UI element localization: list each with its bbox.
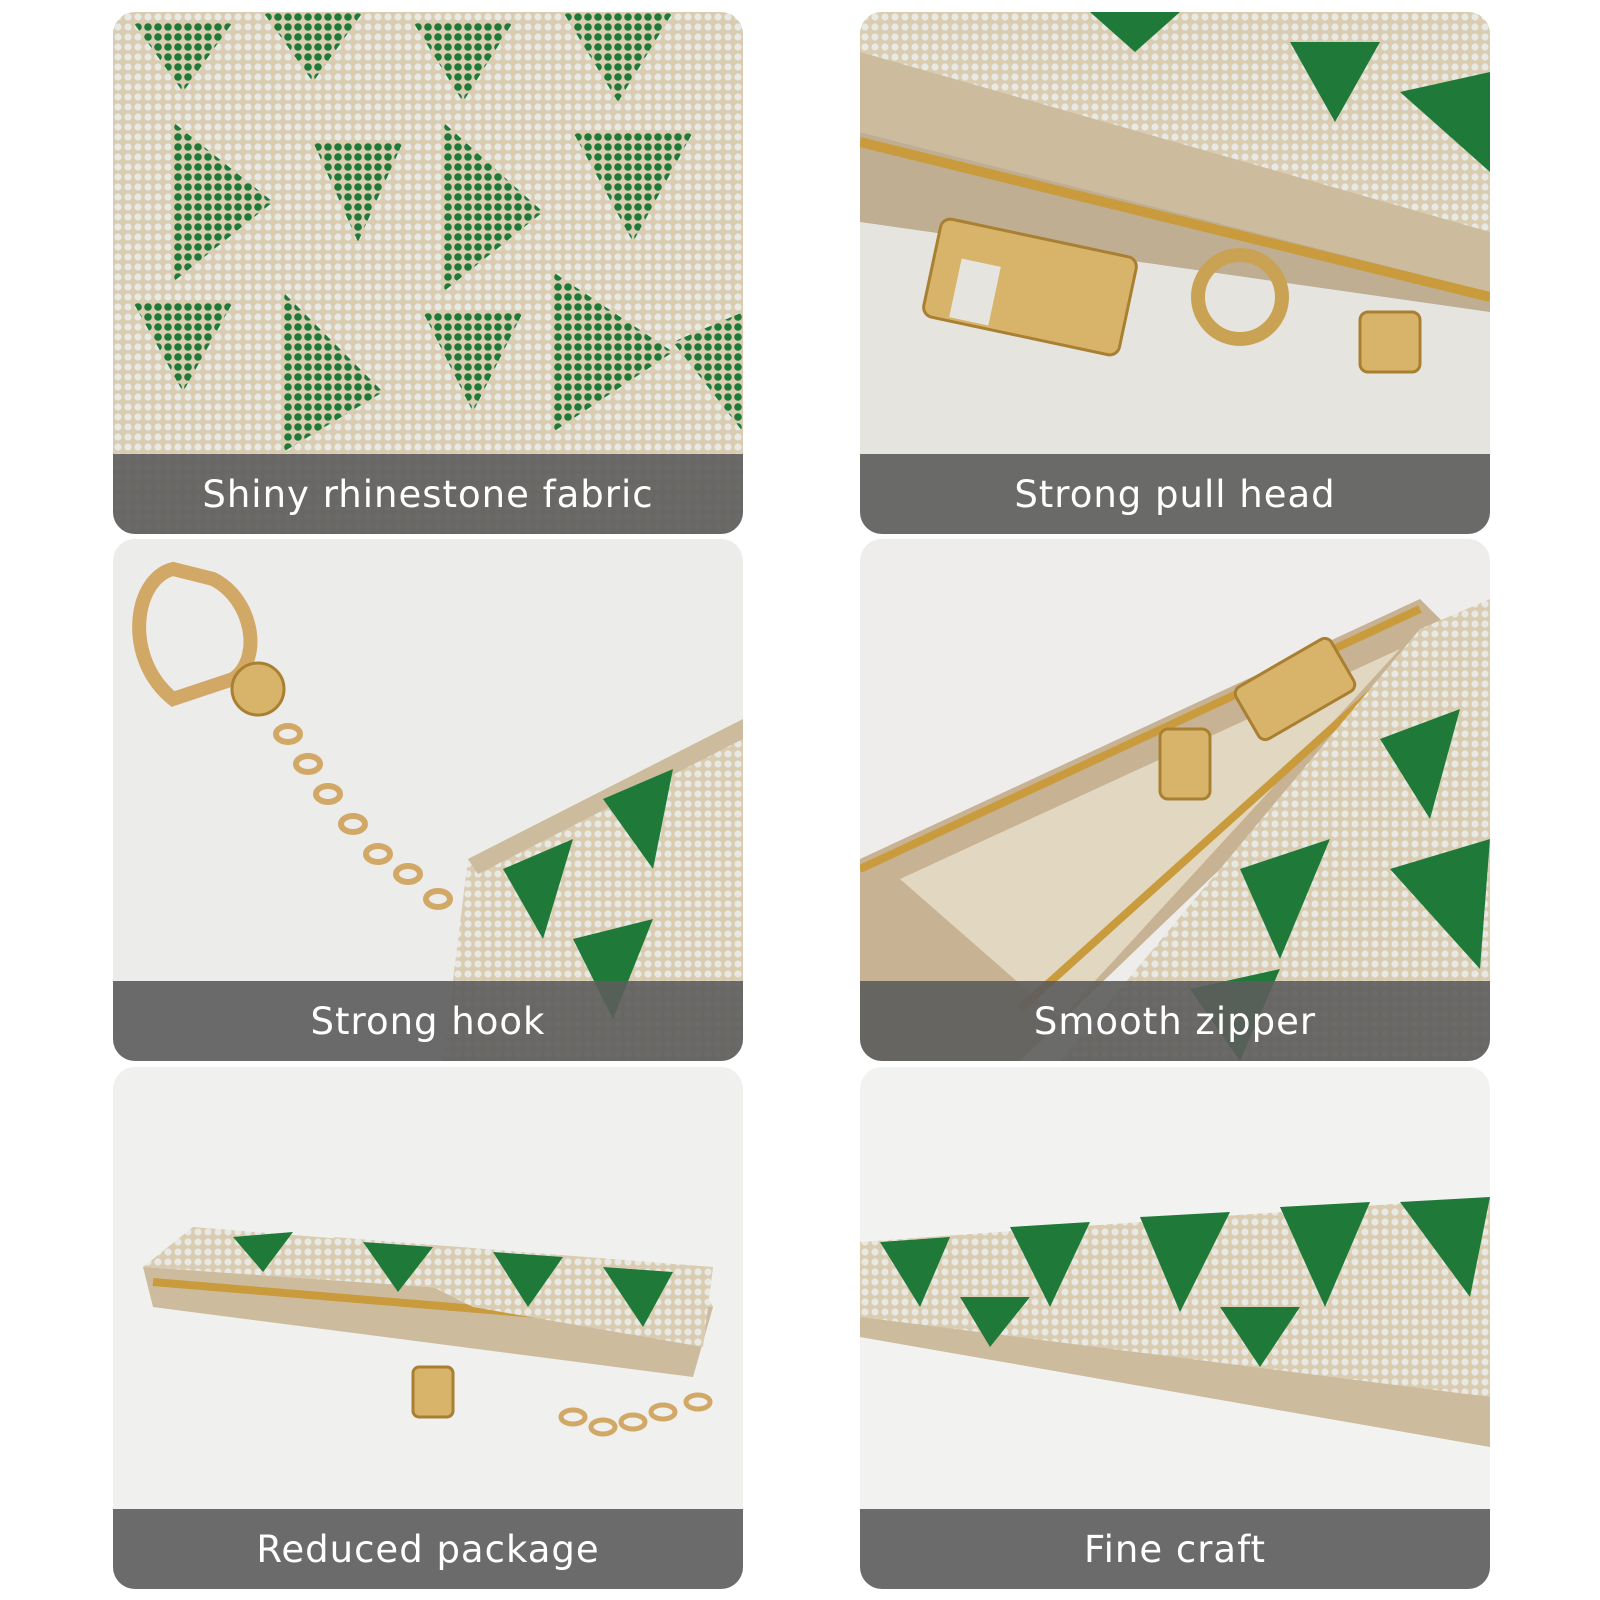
panel-caption: Strong hook bbox=[310, 999, 546, 1043]
panel-caption: Fine craft bbox=[1084, 1527, 1266, 1571]
panel-caption: Smooth zipper bbox=[1033, 999, 1317, 1043]
panel-caption: Strong pull head bbox=[1014, 472, 1336, 516]
caption-bar: Strong hook bbox=[113, 981, 743, 1061]
caption-bar: Strong pull head bbox=[860, 454, 1490, 534]
panel-zipper: Smooth zipper bbox=[860, 539, 1490, 1061]
panel-hook: Strong hook bbox=[113, 539, 743, 1061]
caption-bar: Reduced package bbox=[113, 1509, 743, 1589]
caption-bar: Smooth zipper bbox=[860, 981, 1490, 1061]
caption-bar: Shiny rhinestone fabric bbox=[113, 454, 743, 534]
caption-bar: Fine craft bbox=[860, 1509, 1490, 1589]
panel-package: Reduced package bbox=[113, 1067, 743, 1589]
panel-rhinestone-fabric: Shiny rhinestone fabric bbox=[113, 12, 743, 534]
panel-fine-craft: Fine craft bbox=[860, 1067, 1490, 1589]
panel-caption: Shiny rhinestone fabric bbox=[202, 472, 654, 516]
panel-pull-head: Strong pull head bbox=[860, 12, 1490, 534]
panel-caption: Reduced package bbox=[256, 1527, 600, 1571]
